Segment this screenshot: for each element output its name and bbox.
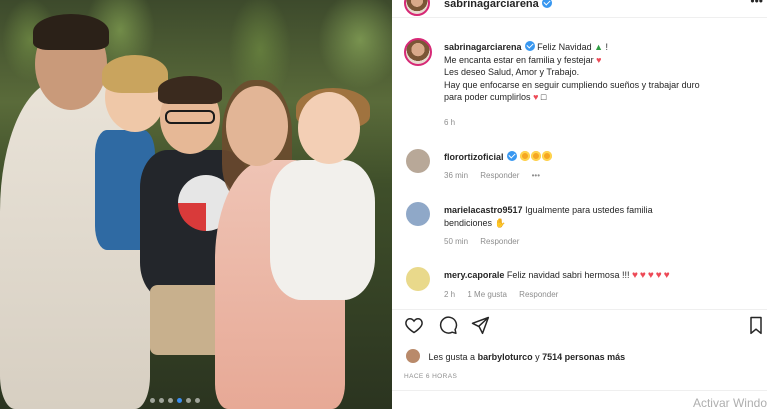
caption-avatar[interactable] [404,38,432,66]
likes-count[interactable]: 7514 personas más [542,352,625,362]
comment-meta: 50 min Responder [444,237,529,246]
caption-line5: para poder cumplirlos [444,92,531,102]
comment-likes-link[interactable]: 1 Me gusta [467,290,507,299]
comment-item: florortizoficial [444,151,759,164]
photo-baby-head [298,92,360,164]
comment-meta: 2 h 1 Me gusta Responder [444,290,568,299]
liker-username[interactable]: barbyloturco [478,352,533,362]
instagram-post: sabrinagarciarena ••• sabrinagarciarena … [0,0,767,409]
carousel-dot[interactable] [195,398,200,403]
praying-hands-icon: ✋ [494,217,506,228]
comment-meta: 36 min Responder ••• [444,171,550,180]
likes-connector: y [535,352,540,362]
comment-username[interactable]: mery.caporale [444,270,504,280]
comment-username[interactable]: florortizoficial [444,152,504,162]
photo-glasses [165,110,215,124]
likes-prefix: Les gusta a [428,352,476,362]
author-username[interactable]: sabrinagarciarena [444,0,552,10]
caption-line1-suffix: ! [605,42,609,52]
save-bookmark-icon[interactable] [746,315,766,335]
post-actions [404,315,762,335]
comment-time: 36 min [444,171,469,180]
comment-text: Feliz navidad sabri hermosa !!! [506,270,630,280]
author-avatar[interactable] [404,0,430,16]
heart-eyes-emoji-icon [542,151,553,161]
comment-avatar[interactable] [406,267,430,291]
comment-item: marielacastro9517 Igualmente para ustede… [444,204,759,229]
verified-icon [506,151,517,161]
caption-time: 6 h [444,118,456,127]
comment-more-icon[interactable]: ••• [532,171,540,180]
comment-item: mery.caporale Feliz navidad sabri hermos… [444,269,759,283]
carousel-dots [150,398,200,403]
heart-icon: ♥ [655,270,662,281]
caption-line5-suffix: □ [540,92,547,102]
comment-bubble-icon[interactable] [438,315,458,335]
post-side-panel: sabrinagarciarena ••• sabrinagarciarena … [392,0,767,409]
photo-baby [270,160,375,300]
share-send-icon[interactable] [470,315,490,335]
post-caption: sabrinagarciarena Feliz Navidad ▲ ! Me e… [444,41,759,104]
reply-link[interactable]: Responder [480,237,519,246]
comment-time: 50 min [444,237,469,246]
caption-line1: Feliz Navidad [537,42,592,52]
christmas-tree-icon: ▲ [594,42,604,52]
comment-time: 2 h [444,290,456,299]
caption-username[interactable]: sabrinagarciarena [444,42,522,52]
comment-avatar[interactable] [406,149,430,173]
post-time-ago[interactable]: HACE 6 HORAS [404,373,457,380]
caption-line3: Les deseo Salud, Amor y Trabajo. [444,67,580,77]
caption-line4: Hay que enfocarse en seguir cumpliendo s… [444,79,700,90]
carousel-dot[interactable] [159,398,164,403]
carousel-dot[interactable] [186,398,191,403]
comment-avatar[interactable] [406,202,430,226]
heart-icon: ♥ [639,270,646,281]
heart-eyes-emoji-icon [531,151,542,161]
comment-text: Igualmente para ustedes familia [525,205,653,215]
heart-icon: ♥ [533,92,539,102]
verified-icon [541,0,552,8]
likes-summary: Les gusta a barbyloturco y 7514 personas… [406,349,625,363]
bottom-divider [392,390,767,391]
carousel-dot[interactable] [168,398,173,403]
like-heart-icon[interactable] [404,315,424,335]
carousel-dot[interactable] [177,398,182,403]
caption-meta: 6 h [444,118,465,127]
comment-username[interactable]: marielacastro9517 [444,205,523,215]
actions-divider [392,309,767,310]
more-icon[interactable]: ••• [750,0,763,8]
photo-child-glasses-hair [158,76,222,104]
windows-activation-watermark: Activar Windo [692,396,767,409]
verified-icon [524,41,535,51]
reply-link[interactable]: Responder [480,171,519,180]
reply-link[interactable]: Responder [519,290,558,299]
photo-woman-head [226,86,288,166]
comment-text-line2: bendiciones [444,217,493,228]
heart-eyes-emoji-icon [520,151,531,161]
carousel-dot[interactable] [150,398,155,403]
caption-line2: Me encanta estar en familia y festejar [444,54,594,65]
author-username-text[interactable]: sabrinagarciarena [444,0,539,10]
photo-man-hair [33,14,109,50]
liker-avatar[interactable] [406,349,420,363]
heart-icon: ♥ [647,270,654,281]
heart-icon: ♥ [596,54,602,65]
heart-icon: ♥ [631,270,638,281]
post-photo[interactable] [0,0,392,409]
post-header: sabrinagarciarena ••• [392,0,767,18]
heart-icon: ♥ [663,270,670,281]
